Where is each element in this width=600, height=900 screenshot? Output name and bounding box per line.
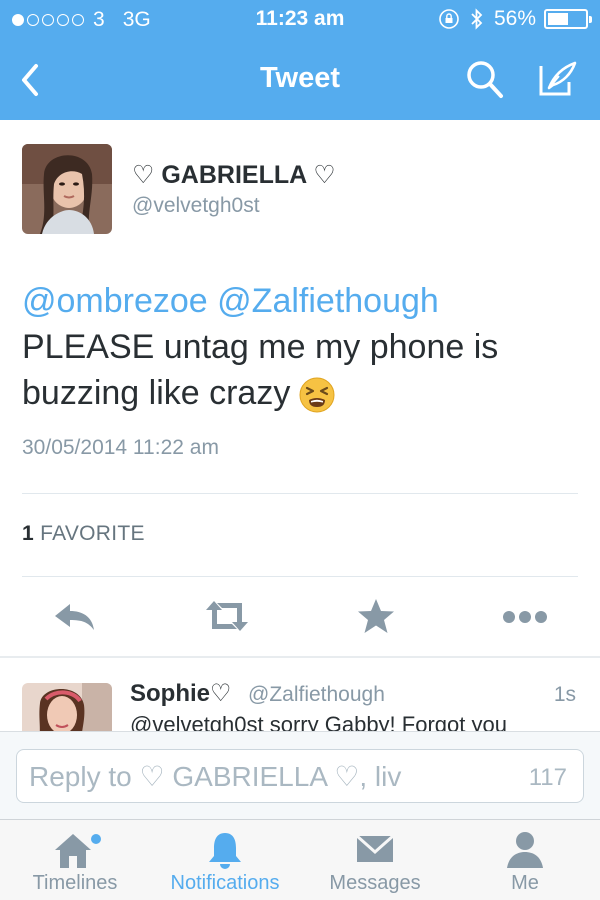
tweet-text: PLEASE untag me my phone is buzzing like… bbox=[22, 328, 499, 412]
tired-face-emoji-icon bbox=[299, 377, 335, 413]
author-name[interactable]: ♡ GABRIELLA ♡ bbox=[132, 160, 336, 190]
mention-link[interactable]: @ombrezoe bbox=[22, 282, 208, 320]
tab-label: Me bbox=[511, 872, 539, 894]
tweet-body: @ombrezoe @Zalfiethough PLEASE untag me … bbox=[22, 278, 582, 416]
reply-author-name[interactable]: Sophie♡ bbox=[130, 679, 232, 708]
tab-bar: Timelines Notifications Messages Me bbox=[0, 819, 600, 900]
status-right-group: 56% bbox=[438, 7, 592, 31]
home-icon bbox=[55, 834, 101, 868]
page-title: Tweet bbox=[259, 62, 341, 94]
tab-me[interactable]: Me bbox=[450, 820, 600, 900]
reply-input[interactable]: Reply to ♡ GABRIELLA ♡, liv 117 bbox=[16, 749, 584, 803]
favorite-count: 1 bbox=[22, 522, 34, 545]
author-avatar-image bbox=[22, 144, 112, 234]
bluetooth-icon bbox=[471, 8, 483, 30]
tab-label: Messages bbox=[329, 872, 421, 894]
reply-author-handle[interactable]: @Zalfiethough bbox=[248, 683, 385, 707]
favorite-star-icon[interactable] bbox=[356, 596, 396, 636]
favorite-count-row[interactable]: 1 FAVORITE bbox=[22, 522, 145, 546]
envelope-icon bbox=[356, 834, 394, 862]
battery-percent: 56% bbox=[493, 7, 536, 30]
orientation-lock-icon bbox=[439, 9, 459, 29]
author-avatar[interactable] bbox=[22, 144, 112, 234]
search-icon[interactable] bbox=[465, 58, 505, 100]
mention-link[interactable]: @Zalfiethough bbox=[217, 282, 439, 320]
battery-fill bbox=[548, 13, 568, 25]
section-divider bbox=[0, 656, 600, 658]
app-header: 3 3G 11:23 am 56% Tweet bbox=[0, 0, 600, 120]
reply-bar: Reply to ♡ GABRIELLA ♡, liv 117 bbox=[0, 731, 600, 819]
divider bbox=[22, 493, 578, 494]
tab-label: Timelines bbox=[32, 872, 118, 894]
author-handle[interactable]: @velvetgh0st bbox=[132, 194, 260, 218]
divider bbox=[22, 576, 578, 577]
battery-icon bbox=[544, 9, 592, 29]
tweet-timestamp: 30/05/2014 11:22 am bbox=[22, 436, 219, 459]
bell-icon bbox=[209, 833, 241, 869]
tab-messages[interactable]: Messages bbox=[300, 820, 450, 900]
reply-placeholder: Reply to ♡ GABRIELLA ♡, liv bbox=[29, 761, 402, 792]
reply-time: 1s bbox=[553, 683, 576, 706]
reply-icon[interactable] bbox=[52, 596, 98, 636]
tab-label: Notifications bbox=[170, 872, 280, 894]
character-count: 117 bbox=[528, 764, 567, 791]
nav-bar: Tweet bbox=[0, 40, 600, 120]
favorite-label: FAVORITE bbox=[40, 522, 145, 545]
status-bar: 3 3G 11:23 am 56% bbox=[0, 0, 600, 40]
tab-notifications[interactable]: Notifications bbox=[150, 820, 300, 900]
retweet-icon[interactable] bbox=[202, 596, 252, 636]
compose-tweet-icon[interactable] bbox=[535, 58, 579, 100]
tab-timelines[interactable]: Timelines bbox=[0, 820, 150, 900]
more-options-icon[interactable] bbox=[500, 596, 550, 636]
person-icon bbox=[507, 832, 543, 868]
tweet-actions bbox=[0, 596, 600, 640]
